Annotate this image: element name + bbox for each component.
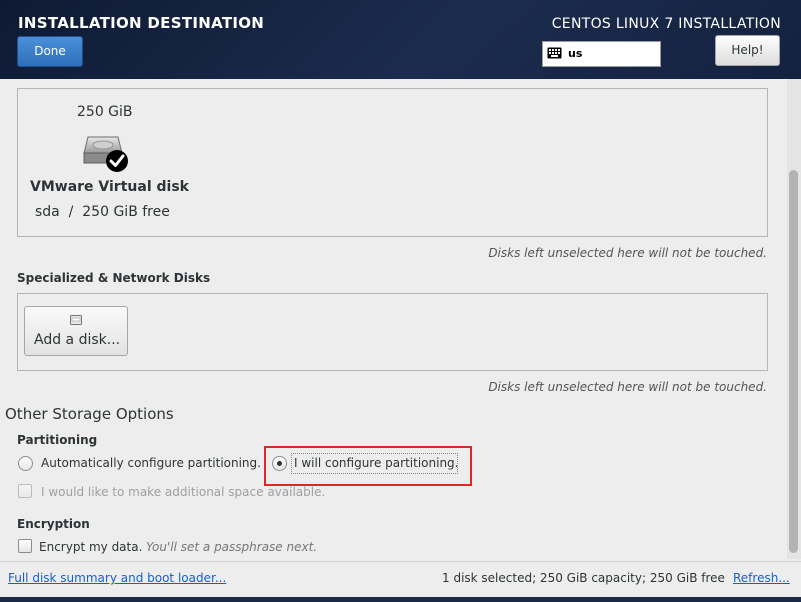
refresh-link[interactable]: Refresh... <box>733 571 790 585</box>
disk-name: VMware Virtual disk <box>30 179 189 195</box>
auto-partition-label[interactable]: Automatically configure partitioning. <box>41 456 261 470</box>
hard-disk-icon[interactable] <box>82 133 132 175</box>
custom-partition-label[interactable]: I will configure partitioning. <box>294 456 458 470</box>
auto-partition-radio[interactable] <box>18 456 33 471</box>
partitioning-heading: Partitioning <box>17 433 98 447</box>
custom-partition-radio[interactable] <box>272 456 287 471</box>
done-button[interactable]: Done <box>17 36 83 67</box>
encryption-heading: Encryption <box>17 517 90 531</box>
specialized-disks-heading: Specialized & Network Disks <box>17 271 211 285</box>
other-storage-heading: Other Storage Options <box>5 405 174 423</box>
header-bar: INSTALLATION DESTINATION Done CENTOS LIN… <box>0 0 801 79</box>
add-disk-button[interactable]: Add a disk... <box>24 306 128 356</box>
disk-size: 250 GiB <box>77 104 133 120</box>
footer-divider <box>0 561 801 562</box>
keyboard-layout-indicator[interactable]: us <box>542 41 661 67</box>
disk-summary-link[interactable]: Full disk summary and boot loader... <box>8 571 226 585</box>
help-button[interactable]: Help! <box>715 35 780 66</box>
encrypt-hint: You'll set a passphrase next. <box>146 540 318 554</box>
checkmark-icon <box>106 150 128 172</box>
additional-space-checkbox[interactable] <box>18 484 32 498</box>
page-title: INSTALLATION DESTINATION <box>18 14 265 32</box>
disk-add-icon <box>70 315 82 325</box>
disk-status-text: 1 disk selected; 250 GiB capacity; 250 G… <box>442 571 725 585</box>
disk-device-free: sda / 250 GiB free <box>35 204 170 220</box>
specialized-disks-panel <box>17 293 768 371</box>
encrypt-label[interactable]: Encrypt my data. <box>39 540 142 554</box>
scrollbar-thumb[interactable] <box>789 170 798 553</box>
keyboard-layout-label: us <box>568 47 583 60</box>
unselected-note-local: Disks left unselected here will not be t… <box>488 246 767 260</box>
bottom-bar <box>0 597 801 602</box>
add-disk-label: Add a disk... <box>34 332 121 348</box>
encrypt-checkbox[interactable] <box>18 539 32 553</box>
product-title: CENTOS LINUX 7 INSTALLATION <box>551 16 781 32</box>
additional-space-label[interactable]: I would like to make additional space av… <box>41 485 325 499</box>
unselected-note-network: Disks left unselected here will not be t… <box>488 380 767 394</box>
keyboard-icon <box>547 47 562 59</box>
